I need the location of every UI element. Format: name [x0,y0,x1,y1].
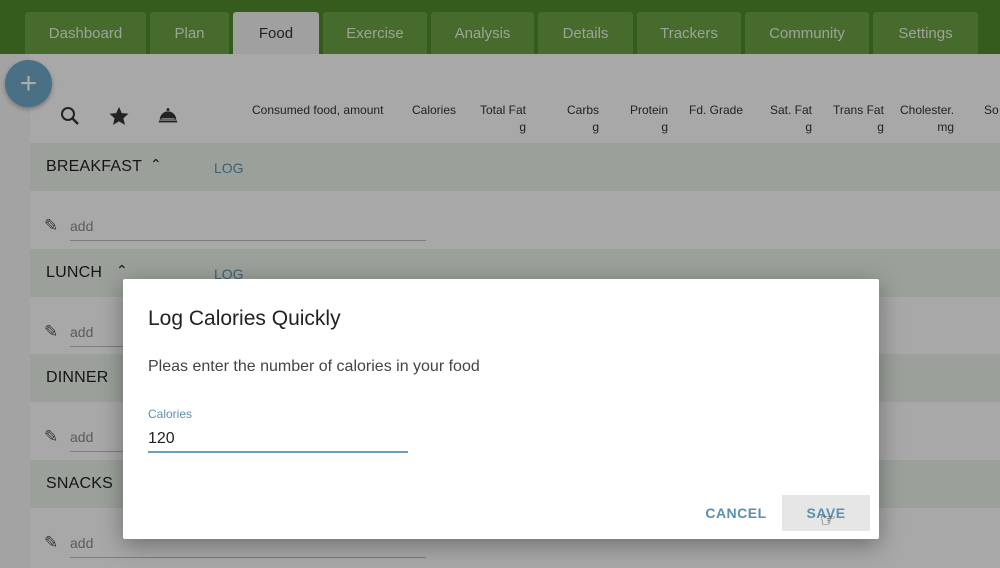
dialog-message: Pleas enter the number of calories in yo… [148,358,480,375]
log-calories-dialog: Log Calories Quickly Pleas enter the num… [123,279,879,539]
calories-field-label: Calories [148,407,193,421]
hand-pointer-icon: ☞ [820,510,837,530]
calories-input[interactable] [148,427,408,453]
cancel-button[interactable]: CANCEL [696,495,776,531]
dialog-title: Log Calories Quickly [148,307,341,330]
